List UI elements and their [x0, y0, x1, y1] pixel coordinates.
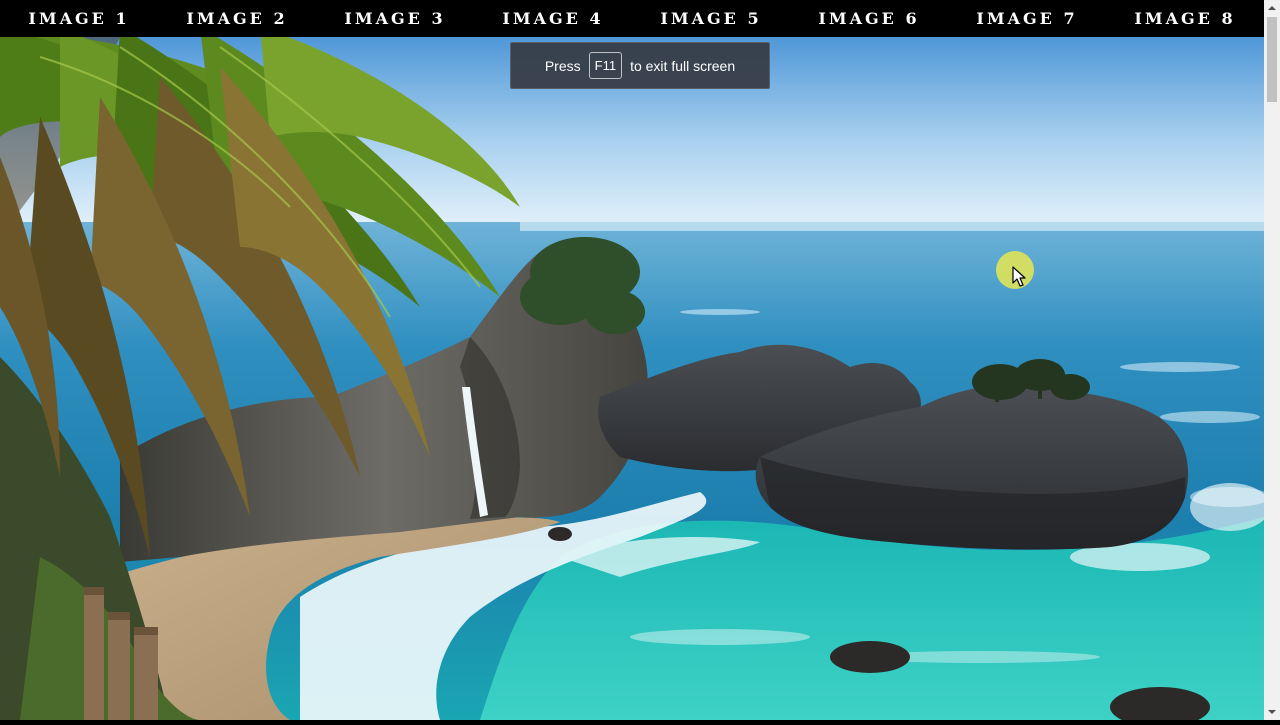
image-nav-bar: IMAGE 1 IMAGE 2 IMAGE 3 IMAGE 4 IMAGE 5 …: [0, 0, 1264, 37]
f11-key-label: F11: [588, 52, 623, 79]
mouse-pointer-icon: [1012, 266, 1026, 287]
vertical-scrollbar[interactable]: [1264, 0, 1280, 720]
fullscreen-notice-prefix: Press: [544, 57, 581, 74]
nav-item-image-3[interactable]: IMAGE 3: [316, 0, 474, 37]
fullscreen-notice-suffix: to exit full screen: [630, 57, 736, 74]
hero-landscape-image: [0, 37, 1264, 720]
fullscreen-exit-notice: Press F11 to exit full screen: [510, 42, 770, 89]
nav-item-image-7[interactable]: IMAGE 7: [948, 0, 1106, 37]
scrollbar-thumb[interactable]: [1267, 17, 1277, 102]
nav-item-image-1[interactable]: IMAGE 1: [0, 0, 158, 37]
nav-item-image-8[interactable]: IMAGE 8: [1106, 0, 1264, 37]
page-viewport: IMAGE 1 IMAGE 2 IMAGE 3 IMAGE 4 IMAGE 5 …: [0, 0, 1264, 720]
scroll-down-arrow-icon[interactable]: [1264, 704, 1280, 720]
nav-item-image-6[interactable]: IMAGE 6: [790, 0, 948, 37]
nav-item-image-5[interactable]: IMAGE 5: [632, 0, 790, 37]
scroll-up-arrow-icon[interactable]: [1264, 0, 1280, 16]
nav-item-image-4[interactable]: IMAGE 4: [474, 0, 632, 37]
nav-item-image-2[interactable]: IMAGE 2: [158, 0, 316, 37]
